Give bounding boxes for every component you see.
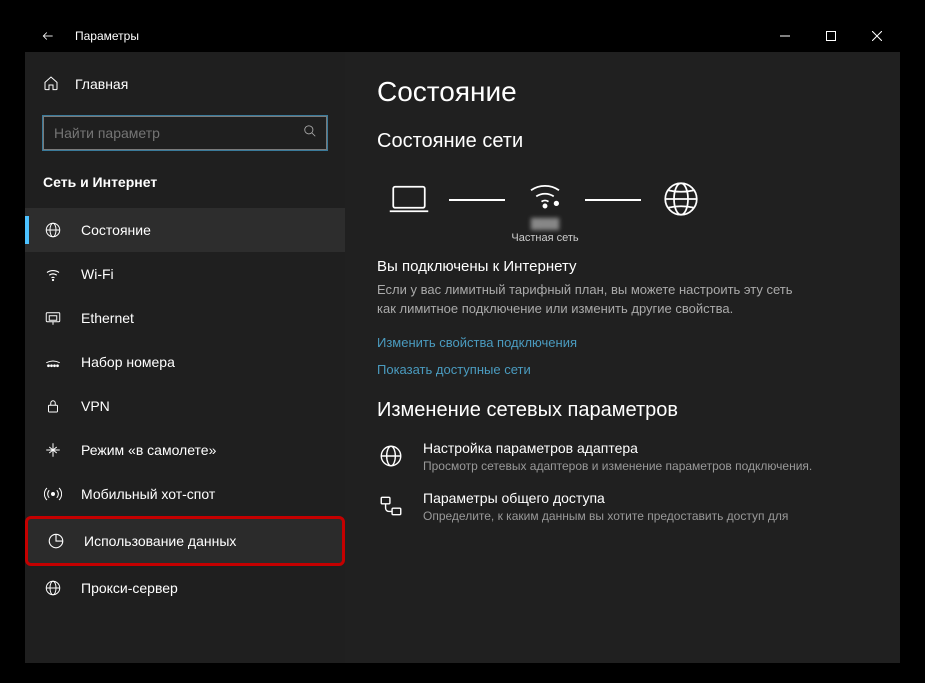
search-input[interactable] xyxy=(43,116,327,150)
sidebar-item-wifi[interactable]: Wi-Fi xyxy=(25,252,345,296)
sidebar: Главная Сеть и Интернет Состояние xyxy=(25,52,345,663)
sidebar-item-hotspot[interactable]: Мобильный хот-спот xyxy=(25,472,345,516)
page-title: Состояние xyxy=(377,76,868,108)
node-internet: . xyxy=(651,178,711,238)
settings-window: Параметры Главная xyxy=(25,20,900,663)
sidebar-item-label: Использование данных xyxy=(84,533,236,549)
option-adapter-settings[interactable]: Настройка параметров адаптера Просмотр с… xyxy=(377,440,868,475)
option-desc: Просмотр сетевых адаптеров и изменение п… xyxy=(423,458,812,475)
adapter-settings-icon xyxy=(377,442,405,470)
sidebar-item-airplane[interactable]: Режим «в самолете» xyxy=(25,428,345,472)
node-computer: . xyxy=(379,178,439,238)
home-label: Главная xyxy=(75,76,128,92)
nav-list: Состояние Wi-Fi Ethernet xyxy=(25,208,345,610)
node-router: ████ Частная сеть xyxy=(515,171,575,244)
sidebar-item-label: Ethernet xyxy=(81,310,134,326)
connected-heading: Вы подключены к Интернету xyxy=(377,258,868,275)
sidebar-item-proxy[interactable]: Прокси-сервер xyxy=(25,566,345,610)
sharing-icon xyxy=(377,492,405,520)
window-title: Параметры xyxy=(71,29,762,43)
sidebar-item-label: Мобильный хот-спот xyxy=(81,486,215,502)
sidebar-item-label: VPN xyxy=(81,398,110,414)
network-status-heading: Состояние сети xyxy=(377,130,868,153)
wifi-router-icon xyxy=(524,171,566,213)
main-panel: Состояние Состояние сети . xyxy=(345,52,900,663)
link-available-networks[interactable]: Показать доступные сети xyxy=(377,362,868,377)
window-controls xyxy=(762,20,900,52)
connector-line xyxy=(449,199,505,201)
home-link[interactable]: Главная xyxy=(25,64,345,104)
search-icon xyxy=(303,124,317,143)
search-wrap xyxy=(25,104,345,168)
sidebar-item-data-usage[interactable]: Использование данных xyxy=(25,516,345,566)
wifi-icon xyxy=(43,264,63,284)
back-button[interactable] xyxy=(25,20,71,52)
home-icon xyxy=(43,75,59,94)
sidebar-item-label: Режим «в самолете» xyxy=(81,442,216,458)
titlebar: Параметры xyxy=(25,20,900,52)
link-connection-properties[interactable]: Изменить свойства подключения xyxy=(377,335,868,350)
private-network-label: Частная сеть xyxy=(511,232,578,244)
sidebar-item-status[interactable]: Состояние xyxy=(25,208,345,252)
sidebar-item-ethernet[interactable]: Ethernet xyxy=(25,296,345,340)
option-sharing[interactable]: Параметры общего доступа Определите, к к… xyxy=(377,490,868,525)
data-usage-icon xyxy=(46,531,66,551)
content-area: Главная Сеть и Интернет Состояние xyxy=(25,52,900,663)
option-title: Параметры общего доступа xyxy=(423,490,788,506)
airplane-icon xyxy=(43,440,63,460)
section-label: Сеть и Интернет xyxy=(25,168,345,208)
change-settings-heading: Изменение сетевых параметров xyxy=(377,399,868,422)
minimize-button[interactable] xyxy=(762,20,808,52)
maximize-button[interactable] xyxy=(808,20,854,52)
ssid-blurred: ████ xyxy=(531,219,559,230)
close-button[interactable] xyxy=(854,20,900,52)
hotspot-icon xyxy=(43,484,63,504)
computer-icon xyxy=(388,178,430,220)
sidebar-item-label: Wi-Fi xyxy=(81,266,114,282)
globe-icon xyxy=(660,178,702,220)
vpn-icon xyxy=(43,396,63,416)
connected-body: Если у вас лимитный тарифный план, вы мо… xyxy=(377,281,797,319)
ethernet-icon xyxy=(43,308,63,328)
sidebar-item-label: Прокси-сервер xyxy=(81,580,178,596)
dialup-icon xyxy=(43,352,63,372)
sidebar-item-vpn[interactable]: VPN xyxy=(25,384,345,428)
sidebar-item-dialup[interactable]: Набор номера xyxy=(25,340,345,384)
sidebar-item-label: Состояние xyxy=(81,222,151,238)
connector-line xyxy=(585,199,641,201)
sidebar-item-label: Набор номера xyxy=(81,354,175,370)
status-icon xyxy=(43,220,63,240)
option-title: Настройка параметров адаптера xyxy=(423,440,812,456)
network-diagram: . ████ Частная сеть xyxy=(379,171,868,244)
proxy-icon xyxy=(43,578,63,598)
option-desc: Определите, к каким данным вы хотите пре… xyxy=(423,508,788,525)
